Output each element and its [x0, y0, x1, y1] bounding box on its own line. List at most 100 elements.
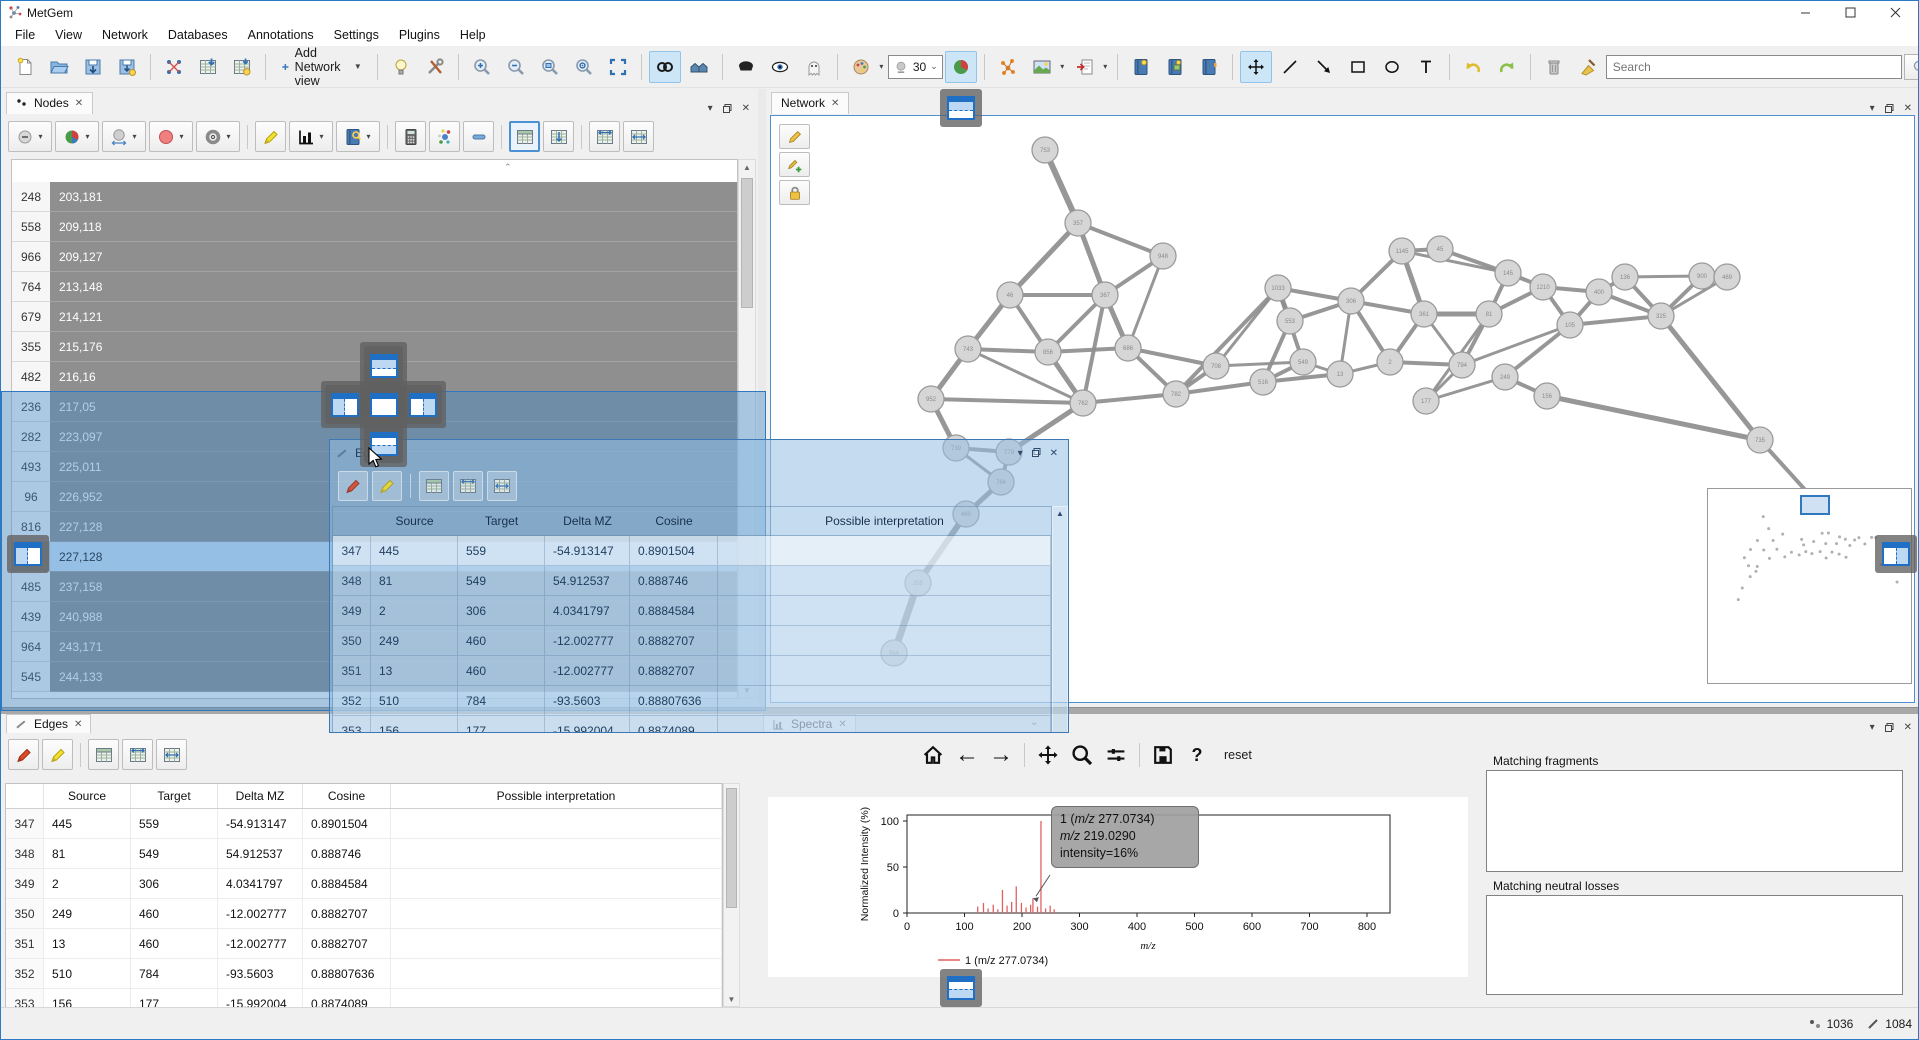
cell[interactable]: 4.0341797 [218, 869, 303, 899]
row-header[interactable]: 966 [12, 242, 50, 272]
new-file-button[interactable] [9, 51, 41, 83]
row-header[interactable]: 248 [12, 182, 50, 212]
nodes-table-row[interactable]: 966209,127 [12, 242, 737, 272]
show-items-button[interactable] [764, 51, 796, 83]
cell[interactable]: 349 [6, 869, 44, 899]
menu-view[interactable]: View [45, 26, 92, 44]
home-views-button[interactable] [683, 51, 715, 83]
cell[interactable] [391, 869, 722, 899]
nodes-cell-mz[interactable]: 213,148 [50, 272, 737, 302]
minimize-button[interactable] [1783, 1, 1828, 24]
edges-table-row[interactable]: 353156177-15.9920040.8874089 [333, 716, 1051, 733]
column-header-delta-mz[interactable]: Delta MZ [545, 507, 630, 535]
row-header[interactable]: 764 [12, 272, 50, 302]
arrow-tool-button[interactable] [1308, 51, 1340, 83]
pie-columns-button[interactable]: ▾ [55, 121, 99, 152]
cell[interactable]: 177 [458, 716, 545, 733]
edges-table-scrollbar[interactable]: ▼ [723, 783, 740, 1007]
delete-item-button[interactable] [1538, 51, 1570, 83]
cell[interactable]: 353 [333, 716, 371, 733]
edges-table-row[interactable]: 350249460-12.0027770.8882707 [333, 626, 1051, 656]
edges-table-row[interactable]: 3488154954.9125370.888746 [333, 566, 1051, 596]
cell[interactable]: 347 [333, 536, 371, 566]
fit-to-window-button[interactable] [602, 51, 634, 83]
save-button[interactable] [1148, 740, 1178, 770]
highlight-yellow-button[interactable] [42, 739, 73, 770]
undo-button[interactable] [1457, 51, 1489, 83]
column-header-cosine[interactable]: Cosine [303, 784, 391, 808]
floating-scrollbar[interactable]: ▲ [1052, 506, 1068, 733]
cell[interactable]: 81 [44, 839, 131, 869]
tab-edges[interactable]: Edges ✕ [6, 714, 91, 733]
edges-table-row[interactable]: 352510784-93.56030.88807636 [333, 686, 1051, 716]
nodes-cell-mz[interactable]: 214,121 [50, 302, 737, 332]
cell[interactable]: -54.913147 [218, 809, 303, 839]
cell[interactable]: 352 [6, 959, 44, 989]
cell[interactable]: 445 [371, 536, 458, 566]
cell[interactable]: 13 [44, 929, 131, 959]
collapse-rows-button[interactable] [463, 121, 494, 152]
zoom-reset-button[interactable] [568, 51, 600, 83]
nodes-cell-mz[interactable]: 209,118 [50, 212, 737, 242]
cell[interactable] [391, 809, 722, 839]
rect-tool-button[interactable] [1342, 51, 1374, 83]
column-header-possible-interpretation[interactable]: Possible interpretation [391, 784, 722, 808]
cell[interactable]: 156 [44, 989, 131, 1007]
tab-nodes[interactable]: Nodes ✕ [6, 92, 93, 114]
cell[interactable]: 0.8882707 [303, 929, 391, 959]
floating-float-icon[interactable] [1032, 448, 1041, 459]
hide-items-button[interactable] [730, 51, 762, 83]
configure-button[interactable] [1101, 740, 1131, 770]
view-fit-columns-button[interactable] [623, 121, 654, 152]
highlight-red-button[interactable] [8, 739, 39, 770]
row-header[interactable]: 679 [12, 302, 50, 332]
cell[interactable]: 351 [333, 656, 371, 686]
view-standard-button[interactable] [509, 121, 540, 152]
column-header-delta-mz[interactable]: Delta MZ [218, 784, 303, 808]
cell[interactable]: 0.8882707 [630, 626, 718, 656]
cell[interactable]: -12.002777 [545, 656, 630, 686]
view-standard-button[interactable] [88, 739, 119, 770]
line-tool-button[interactable] [1274, 51, 1306, 83]
nodes-close-icon[interactable]: ✕ [742, 103, 750, 114]
nodes-table-row[interactable]: 558209,118 [12, 212, 737, 242]
cell[interactable] [718, 656, 1051, 686]
cell[interactable] [718, 596, 1051, 626]
menu-help[interactable]: Help [450, 26, 496, 44]
cell[interactable]: 2 [371, 596, 458, 626]
row-header[interactable]: 355 [12, 332, 50, 362]
cell[interactable] [391, 959, 722, 989]
column-header-target[interactable]: Target [131, 784, 218, 808]
column-header-target[interactable]: Target [458, 507, 545, 535]
cell[interactable]: 347 [6, 809, 44, 839]
network-dock-menu-icon[interactable]: ▾ [1870, 103, 1875, 114]
nodes-cell-mz[interactable]: 209,127 [50, 242, 737, 272]
nodes-table-row[interactable]: 679214,121 [12, 302, 737, 332]
cell[interactable]: 0.88807636 [630, 686, 718, 716]
cell[interactable]: 156 [371, 716, 458, 733]
clear-annotations-button[interactable] [1572, 51, 1604, 83]
cell[interactable] [718, 686, 1051, 716]
dock-indicator-top[interactable] [940, 89, 982, 127]
cell[interactable]: 549 [131, 839, 218, 869]
spectra-dock-menu-icon[interactable]: ▾ [1870, 722, 1875, 733]
nodes-table-header[interactable]: ⌃ [12, 160, 737, 183]
matching-fragments-list[interactable] [1486, 770, 1903, 872]
tab-network-close-icon[interactable]: ✕ [831, 98, 839, 109]
nodes-dock-menu-icon[interactable]: ▾ [708, 103, 713, 114]
cell[interactable]: 460 [131, 899, 218, 929]
cell[interactable]: 0.88807636 [303, 959, 391, 989]
search-button[interactable]: ▾ [1904, 54, 1919, 80]
zoom-out-button[interactable] [500, 51, 532, 83]
view-fit-columns-button[interactable] [156, 739, 187, 770]
edges-table-row[interactable]: 34923064.03417970.8884584 [6, 869, 722, 899]
cell[interactable] [391, 899, 722, 929]
column-header-row-id[interactable] [333, 507, 371, 535]
cell[interactable]: 784 [458, 686, 545, 716]
lock-button[interactable] [779, 180, 810, 205]
annotate-add-button[interactable] [779, 152, 810, 177]
network-float-icon[interactable] [1885, 104, 1894, 113]
cell[interactable] [718, 536, 1051, 566]
save-project-as-button[interactable] [111, 51, 143, 83]
cell[interactable]: 0.8901504 [303, 809, 391, 839]
